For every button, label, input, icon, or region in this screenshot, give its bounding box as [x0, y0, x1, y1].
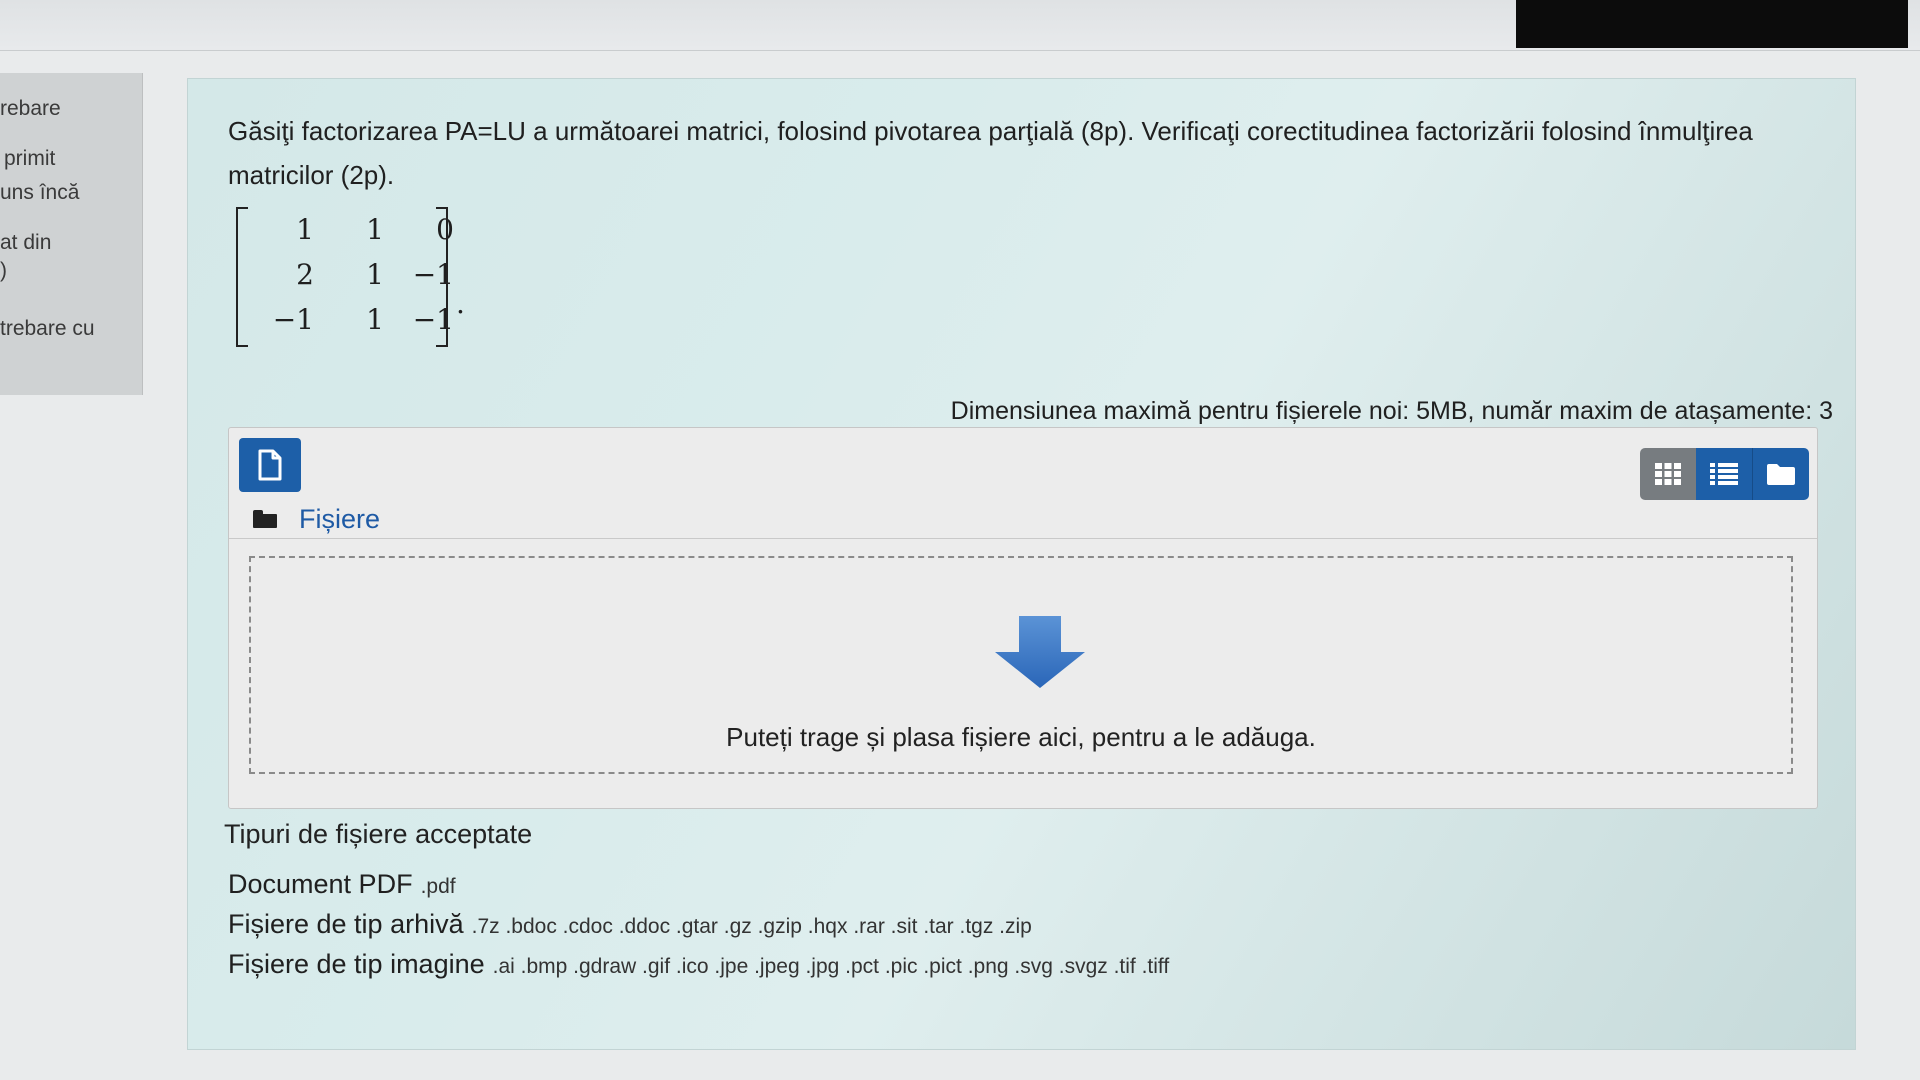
matrix: 1 1 0 2 1 −1 −1 1 −1 . [236, 207, 466, 347]
grid-view-button[interactable] [1640, 448, 1696, 500]
list-view-button[interactable] [1696, 448, 1752, 500]
sidebar-text-1: rebare [0, 97, 61, 120]
file-manager: Fișiere Puteți trage și plasa fișiere ai… [228, 427, 1818, 809]
type-extensions: .pdf [420, 875, 456, 898]
type-name: Fișiere de tip arhivă [228, 909, 464, 939]
matrix-cell: 1 [296, 213, 314, 246]
file-drop-zone[interactable]: Puteți trage și plasa fișiere aici, pent… [249, 556, 1793, 774]
list-item: Fișiere de tip arhivă .7z .bdoc .cdoc .dd… [228, 909, 1169, 949]
type-name: Fișiere de tip imagine [228, 949, 485, 979]
browser-top-bar [0, 0, 1920, 51]
sidebar-text-6: trebare cu [0, 317, 95, 340]
view-mode-buttons [1640, 448, 1809, 500]
accepted-types-title: Tipuri de fișiere acceptate [224, 819, 533, 849]
sidebar-text-2: primit [4, 147, 56, 170]
sidebar-text-3: uns încă [0, 181, 80, 204]
matrix-cell: 1 [366, 258, 384, 291]
top-dark-panel [1516, 0, 1908, 48]
list-view-icon [1710, 463, 1738, 485]
folder-icon [253, 510, 277, 528]
accepted-types-list: Document PDF .pdf Fișiere de tip arhivă .7… [228, 869, 1169, 989]
down-arrow-icon [995, 616, 1085, 688]
sidebar-text-5: ) [0, 259, 7, 282]
question-panel: Găsiţi factorizarea PA=LU a următoarei m… [187, 78, 1856, 1050]
folder-path: Fișiere [253, 502, 380, 536]
matrix-cell: 2 [296, 258, 314, 291]
add-file-button[interactable] [239, 438, 301, 492]
folder-view-icon [1767, 464, 1795, 485]
file-icon [258, 449, 282, 481]
matrix-period: . [456, 287, 465, 320]
matrix-table: 1 1 0 2 1 −1 −1 1 −1 [248, 207, 458, 342]
matrix-cell: 1 [366, 213, 384, 246]
matrix-cell: −1 [272, 303, 314, 336]
list-item: Document PDF .pdf [228, 869, 1169, 909]
grid-view-icon [1655, 463, 1681, 485]
type-extensions: .ai .bmp .gdraw .gif .ico .jpe .jpeg .jp… [492, 955, 1170, 978]
matrix-left-bracket [236, 207, 248, 347]
max-size-note: Dimensiunea maximă pentru fișierele noi:… [950, 397, 1833, 425]
files-folder-link[interactable]: Fișiere [299, 504, 380, 535]
sidebar-text-4: at din [0, 231, 52, 254]
type-extensions: .7z .bdoc .cdoc .ddoc .gtar .gz .gzip .h… [471, 915, 1032, 938]
drop-instructions: Puteți trage și plasa fișiere aici, pent… [726, 722, 1316, 752]
quiz-info-sidebar: rebare primit uns încă at din ) trebare … [0, 73, 143, 395]
matrix-right-bracket [436, 207, 448, 347]
folder-view-button[interactable] [1752, 448, 1809, 500]
list-item: Fișiere de tip imagine .ai .bmp .gdraw .g… [228, 949, 1169, 989]
file-manager-toolbar: Fișiere [229, 428, 1817, 539]
type-name: Document PDF [228, 869, 413, 899]
matrix-cell: 1 [366, 303, 384, 336]
question-text: Găsiţi factorizarea PA=LU a următoarei m… [228, 116, 1753, 190]
